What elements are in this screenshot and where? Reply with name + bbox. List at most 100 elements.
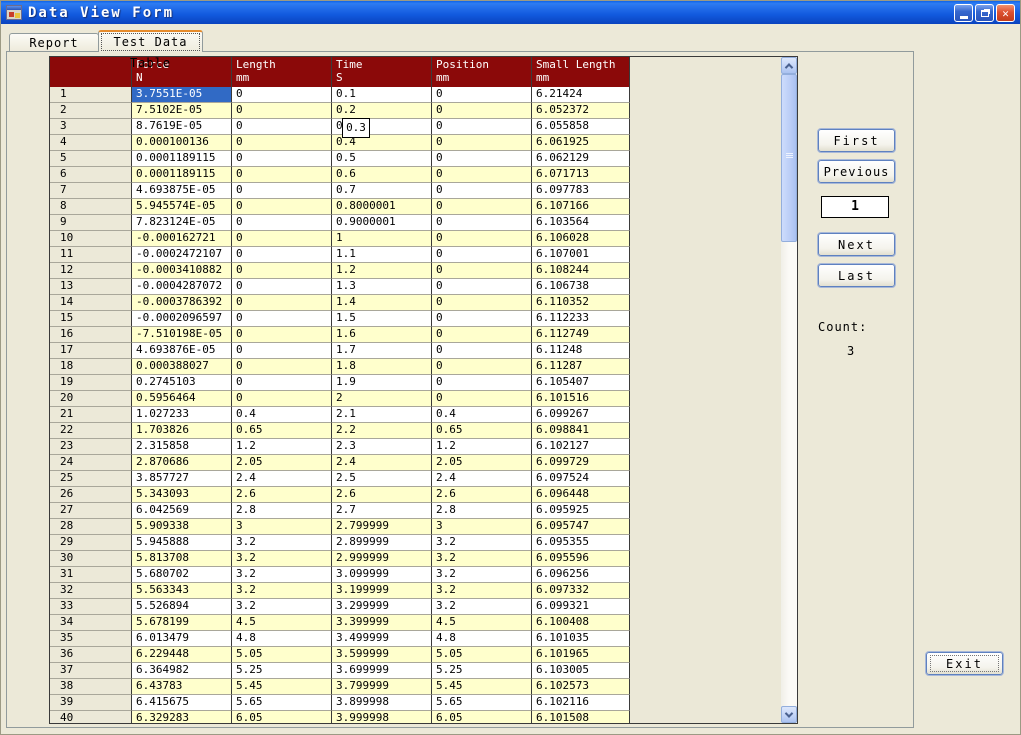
- data-cell[interactable]: 1.6: [332, 327, 432, 343]
- data-cell[interactable]: 5.909338: [132, 519, 232, 535]
- data-cell[interactable]: 6.099267: [532, 407, 630, 423]
- data-cell[interactable]: 0: [232, 215, 332, 231]
- data-cell[interactable]: 0: [432, 183, 532, 199]
- row-header-cell[interactable]: 19: [50, 375, 132, 391]
- row-header-cell[interactable]: 18: [50, 359, 132, 375]
- data-cell[interactable]: 6.071713: [532, 167, 630, 183]
- data-cell[interactable]: 0: [232, 391, 332, 407]
- data-cell[interactable]: 3.2: [232, 551, 332, 567]
- row-header-cell[interactable]: 16: [50, 327, 132, 343]
- data-cell[interactable]: -0.0003410882: [132, 263, 232, 279]
- data-cell[interactable]: 0.4: [232, 407, 332, 423]
- data-cell[interactable]: 2.6: [332, 487, 432, 503]
- data-cell[interactable]: 2.315858: [132, 439, 232, 455]
- row-header-cell[interactable]: 31: [50, 567, 132, 583]
- data-cell[interactable]: 3.199999: [332, 583, 432, 599]
- data-cell[interactable]: 1: [332, 231, 432, 247]
- data-cell[interactable]: 0: [232, 263, 332, 279]
- data-cell[interactable]: 0: [232, 103, 332, 119]
- data-cell[interactable]: 4.693875E-05: [132, 183, 232, 199]
- data-cell[interactable]: 0.5: [332, 151, 432, 167]
- scroll-down-button[interactable]: [781, 706, 797, 723]
- column-header-small-length[interactable]: Small Length mm: [532, 57, 630, 87]
- data-cell[interactable]: 6.100408: [532, 615, 630, 631]
- data-cell[interactable]: 0.5956464: [132, 391, 232, 407]
- row-header-cell[interactable]: 34: [50, 615, 132, 631]
- last-button[interactable]: Last: [818, 264, 895, 287]
- minimize-button[interactable]: [954, 4, 973, 22]
- data-cell[interactable]: 6.095925: [532, 503, 630, 519]
- data-cell[interactable]: 2.999999: [332, 551, 432, 567]
- data-cell[interactable]: 0: [432, 359, 532, 375]
- row-header-cell[interactable]: 4: [50, 135, 132, 151]
- row-header-cell[interactable]: 30: [50, 551, 132, 567]
- data-cell[interactable]: 5.945574E-05: [132, 199, 232, 215]
- data-cell[interactable]: 0: [232, 375, 332, 391]
- data-cell[interactable]: 7.823124E-05: [132, 215, 232, 231]
- data-cell[interactable]: 5.65: [232, 695, 332, 711]
- data-cell[interactable]: 6.112233: [532, 311, 630, 327]
- row-header-cell[interactable]: 14: [50, 295, 132, 311]
- data-cell[interactable]: 6.097524: [532, 471, 630, 487]
- data-cell[interactable]: 0.000100136: [132, 135, 232, 151]
- data-cell[interactable]: 2.6: [232, 487, 332, 503]
- row-header-cell[interactable]: 33: [50, 599, 132, 615]
- data-cell[interactable]: 3.699999: [332, 663, 432, 679]
- data-cell[interactable]: 0.9000001: [332, 215, 432, 231]
- data-cell[interactable]: 5.05: [432, 647, 532, 663]
- data-cell[interactable]: 6.106738: [532, 279, 630, 295]
- vertical-scrollbar[interactable]: [781, 57, 797, 723]
- row-header-cell[interactable]: 40: [50, 711, 132, 724]
- data-cell[interactable]: 6.103564: [532, 215, 630, 231]
- data-cell[interactable]: 5.680702: [132, 567, 232, 583]
- data-cell[interactable]: 0.000388027: [132, 359, 232, 375]
- data-cell[interactable]: 2.3: [332, 439, 432, 455]
- data-cell[interactable]: 0: [432, 295, 532, 311]
- data-cell[interactable]: 6.095596: [532, 551, 630, 567]
- data-cell[interactable]: 3.899998: [332, 695, 432, 711]
- data-cell[interactable]: 8.7619E-05: [132, 119, 232, 135]
- data-cell[interactable]: 2.2: [332, 423, 432, 439]
- data-cell[interactable]: 1.5: [332, 311, 432, 327]
- data-cell[interactable]: 6.364982: [132, 663, 232, 679]
- data-cell[interactable]: 6.110352: [532, 295, 630, 311]
- row-header-cell[interactable]: 29: [50, 535, 132, 551]
- data-cell[interactable]: 6.329283: [132, 711, 232, 724]
- data-cell[interactable]: 0: [432, 119, 532, 135]
- row-header-cell[interactable]: 23: [50, 439, 132, 455]
- data-cell[interactable]: 1.2: [332, 263, 432, 279]
- data-cell[interactable]: 0: [232, 327, 332, 343]
- data-cell[interactable]: 0: [232, 183, 332, 199]
- data-cell[interactable]: 0: [432, 231, 532, 247]
- data-cell[interactable]: 3.299999: [332, 599, 432, 615]
- data-cell[interactable]: 0: [432, 279, 532, 295]
- data-cell[interactable]: 6.102127: [532, 439, 630, 455]
- page-number-input[interactable]: 1: [821, 196, 889, 218]
- data-cell[interactable]: -0.0004287072: [132, 279, 232, 295]
- row-header-cell[interactable]: 5: [50, 151, 132, 167]
- data-cell[interactable]: 0: [232, 231, 332, 247]
- data-cell[interactable]: 1.9: [332, 375, 432, 391]
- data-cell[interactable]: 0.2745103: [132, 375, 232, 391]
- row-header-cell[interactable]: 37: [50, 663, 132, 679]
- data-cell[interactable]: 6.101035: [532, 631, 630, 647]
- data-cell[interactable]: 0: [432, 311, 532, 327]
- data-cell[interactable]: 5.25: [232, 663, 332, 679]
- data-cell[interactable]: 2.4: [432, 471, 532, 487]
- data-cell[interactable]: 6.108244: [532, 263, 630, 279]
- data-cell[interactable]: 6.05: [232, 711, 332, 724]
- data-cell[interactable]: 0: [432, 103, 532, 119]
- data-cell[interactable]: 6.098841: [532, 423, 630, 439]
- data-cell[interactable]: 6.101965: [532, 647, 630, 663]
- data-cell[interactable]: 6.096448: [532, 487, 630, 503]
- data-cell[interactable]: 1.3: [332, 279, 432, 295]
- data-cell[interactable]: 1.4: [332, 295, 432, 311]
- data-cell[interactable]: 6.042569: [132, 503, 232, 519]
- data-cell[interactable]: 2.1: [332, 407, 432, 423]
- row-header-cell[interactable]: 13: [50, 279, 132, 295]
- data-cell[interactable]: 3: [432, 519, 532, 535]
- tab-test-data-table[interactable]: Test Data Table: [98, 30, 203, 52]
- data-cell[interactable]: 0: [232, 119, 332, 135]
- data-cell[interactable]: 2.870686: [132, 455, 232, 471]
- row-header-cell[interactable]: 39: [50, 695, 132, 711]
